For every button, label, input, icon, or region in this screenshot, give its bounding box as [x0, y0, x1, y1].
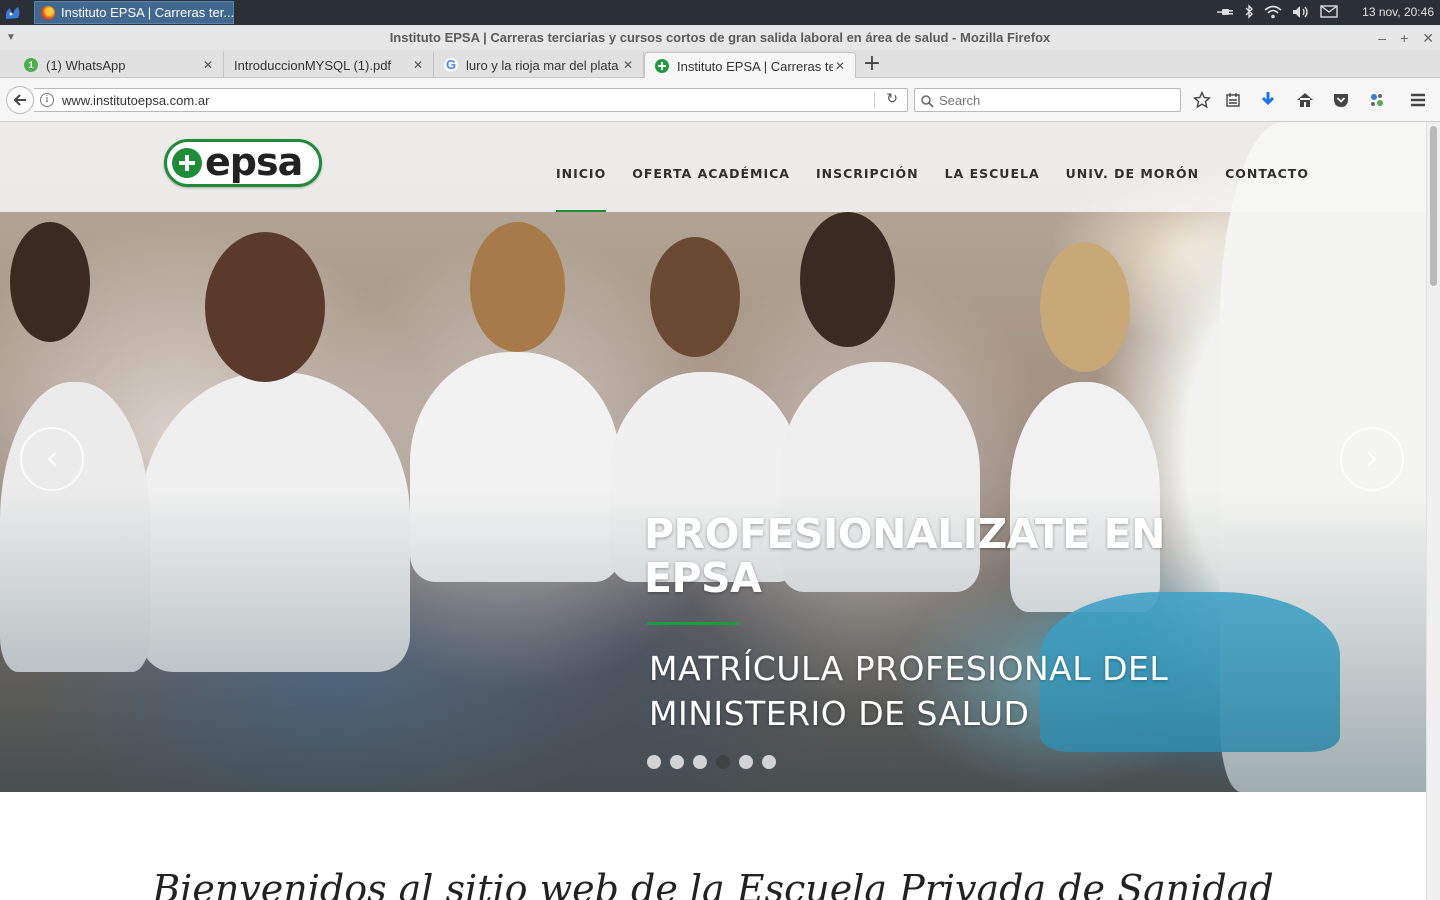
google-icon: G [444, 57, 458, 72]
nav-univ-de-moron[interactable]: UNIV. DE MORÓN [1066, 166, 1199, 212]
os-top-panel: Instituto EPSA | Carreras ter... 13 nov,… [0, 0, 1440, 25]
bluetooth-icon[interactable] [1244, 4, 1254, 22]
slider-pagination [647, 755, 776, 769]
slider-dot[interactable] [716, 755, 730, 769]
slider-dot[interactable] [739, 755, 753, 769]
home-icon[interactable] [1295, 90, 1315, 110]
taskbar-firefox-window[interactable]: Instituto EPSA | Carreras ter... [34, 1, 234, 24]
wifi-icon[interactable] [1264, 5, 1282, 22]
clock[interactable]: 13 nov, 20:46 [1362, 5, 1434, 19]
tab-strip: 1 (1) WhatsApp ✕ IntroduccionMYSQL (1).p… [0, 50, 1440, 79]
bookmark-star-icon[interactable] [1192, 90, 1212, 110]
pocket-icon[interactable] [1331, 90, 1351, 110]
cross-icon [172, 148, 202, 178]
tab-label: IntroduccionMYSQL (1).pdf [234, 57, 392, 73]
tab-label: luro y la rioja mar del plata [466, 57, 619, 73]
nav-la-escuela[interactable]: LA ESCUELA [945, 166, 1040, 212]
url-text[interactable]: www.institutoepsa.com.ar [62, 93, 209, 108]
taskbar-window-title: Instituto EPSA | Carreras ter... [61, 5, 234, 20]
page-viewport: epsa INICIO OFERTA ACADÉMICA INSCRIPCIÓN… [0, 122, 1426, 900]
minimize-icon[interactable]: – [1378, 25, 1386, 51]
epsa-favicon-icon [655, 59, 669, 73]
slider-dot[interactable] [647, 755, 661, 769]
url-bar[interactable]: i www.institutoepsa.com.ar ↻ [34, 88, 908, 112]
nav-inicio[interactable]: INICIO [556, 166, 607, 212]
site-nav: INICIO OFERTA ACADÉMICA INSCRIPCIÓN LA E… [556, 166, 1309, 212]
window-menu-chevron-icon[interactable]: ▼ [6, 25, 16, 51]
downloads-icon[interactable] [1258, 90, 1278, 110]
hero-slider: epsa INICIO OFERTA ACADÉMICA INSCRIPCIÓN… [0, 122, 1426, 792]
nav-contacto[interactable]: CONTACTO [1225, 166, 1309, 212]
slider-dot[interactable] [693, 755, 707, 769]
tab-whatsapp[interactable]: 1 (1) WhatsApp ✕ [14, 52, 224, 78]
system-tray [1216, 4, 1338, 22]
welcome-heading: Bienvenidos al sitio web de la Escuela P… [152, 867, 1274, 900]
slide-title: PROFESIONALIZATE EN EPSA [644, 510, 1165, 602]
tab-epsa[interactable]: Instituto EPSA | Carreras terciarias ✕ [644, 52, 856, 79]
scrollbar-thumb[interactable] [1430, 126, 1437, 286]
firefox-icon [41, 5, 55, 20]
close-tab-icon[interactable]: ✕ [833, 59, 847, 73]
hamburger-menu-icon[interactable] [1408, 90, 1428, 110]
nav-oferta-academica[interactable]: OFERTA ACADÉMICA [632, 166, 790, 212]
navigation-toolbar: i www.institutoepsa.com.ar ↻ [0, 78, 1440, 122]
slider-dot[interactable] [762, 755, 776, 769]
tab-google-search[interactable]: G luro y la rioja mar del plata ✕ [434, 52, 644, 78]
reload-icon[interactable]: ↻ [886, 91, 898, 107]
close-window-icon[interactable]: ✕ [1422, 25, 1434, 51]
close-tab-icon[interactable]: ✕ [411, 58, 425, 72]
tab-pdf[interactable]: IntroduccionMYSQL (1).pdf ✕ [224, 52, 434, 78]
search-bar[interactable] [914, 88, 1181, 112]
close-tab-icon[interactable]: ✕ [201, 58, 215, 72]
slide-divider [647, 622, 739, 625]
url-divider [874, 92, 875, 108]
window-titlebar: ▼ Instituto EPSA | Carreras terciarias y… [0, 25, 1440, 50]
search-input[interactable] [939, 92, 1174, 108]
tab-label: Instituto EPSA | Carreras terciarias [677, 58, 833, 74]
power-plug-icon[interactable] [1216, 5, 1234, 22]
app-menu-icon[interactable] [2, 2, 24, 23]
slider-dot[interactable] [670, 755, 684, 769]
window-title: Instituto EPSA | Carreras terciarias y c… [389, 30, 1051, 45]
site-header: epsa INICIO OFERTA ACADÉMICA INSCRIPCIÓN… [0, 122, 1426, 212]
extension-icon[interactable] [1367, 90, 1387, 110]
bookmarks-list-icon[interactable] [1223, 90, 1243, 110]
nav-inscripcion[interactable]: INSCRIPCIÓN [816, 166, 919, 212]
new-tab-button[interactable]: + [858, 52, 886, 78]
slider-prev-button[interactable]: ‹ [20, 427, 84, 491]
logo-text: epsa [205, 140, 303, 184]
close-tab-icon[interactable]: ✕ [621, 58, 635, 72]
whatsapp-icon: 1 [24, 58, 38, 72]
mail-icon[interactable] [1320, 5, 1338, 21]
maximize-icon[interactable]: + [1400, 25, 1408, 51]
slider-next-button[interactable]: › [1340, 427, 1404, 491]
epsa-logo[interactable]: epsa [164, 139, 322, 187]
tab-label: (1) WhatsApp [46, 57, 126, 73]
volume-icon[interactable] [1292, 5, 1310, 22]
back-button[interactable] [6, 86, 34, 114]
slide-subtitle: MATRÍCULA PROFESIONAL DEL MINISTERIO DE … [649, 649, 1169, 733]
search-icon [921, 93, 934, 112]
page-scrollbar[interactable] [1426, 122, 1440, 900]
site-info-icon[interactable]: i [40, 93, 54, 107]
